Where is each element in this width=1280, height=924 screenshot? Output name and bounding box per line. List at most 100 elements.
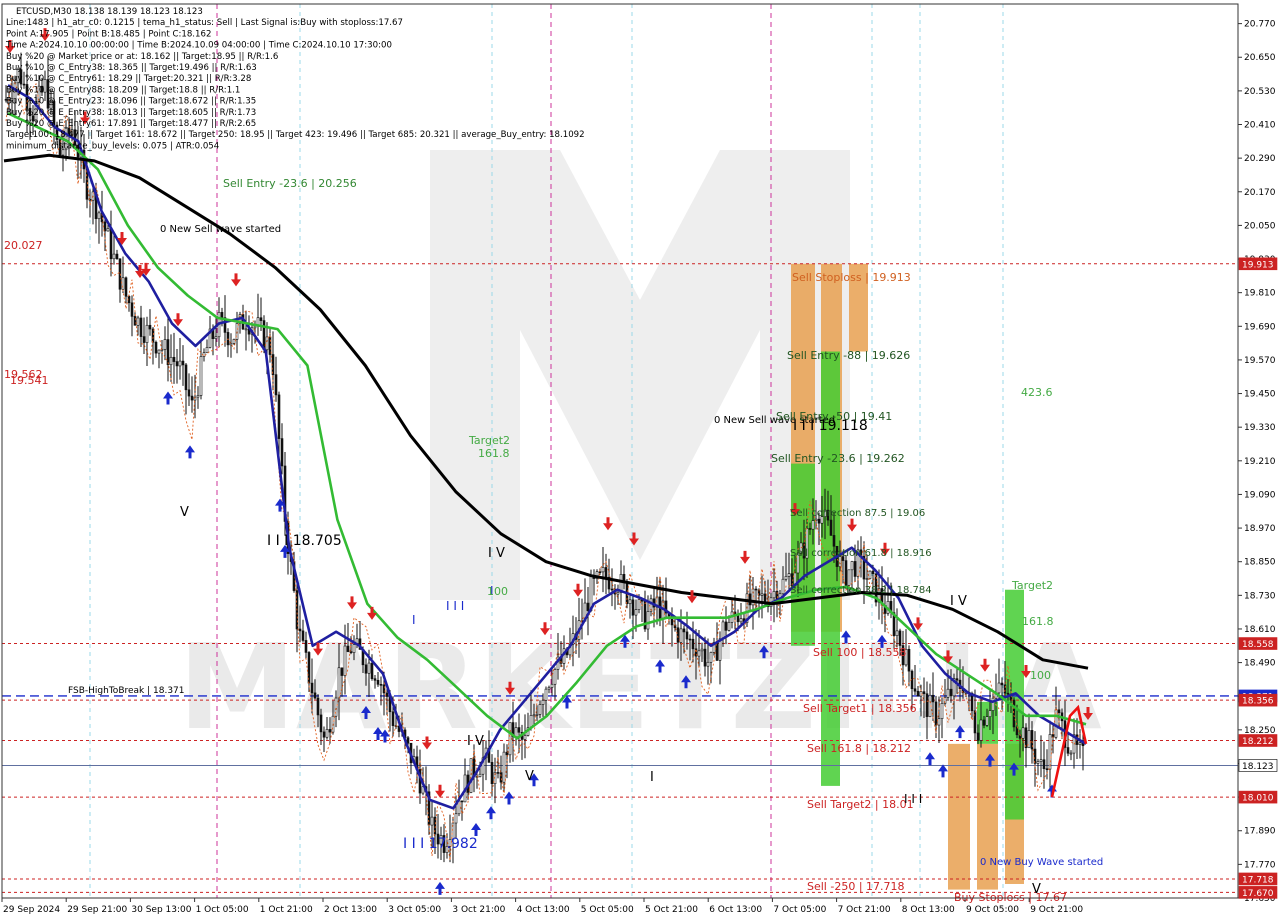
candle-body: [544, 688, 548, 701]
candle-body: [262, 320, 266, 351]
info-line: Line:1483 | h1_atr_c0: 0.1215 | tema_h1_…: [6, 18, 403, 28]
x-tick-label: 29 Sep 21:00: [67, 905, 127, 915]
chart-annotation: Sell correction 61.8 | 18.916: [790, 548, 932, 559]
chart-annotation: Target2: [468, 434, 510, 447]
chart-annotation: 20.027: [4, 239, 43, 252]
chart-annotation: Sell Target1 | 18.356: [803, 702, 917, 715]
candle-body: [1057, 709, 1061, 714]
candle-body: [1066, 747, 1070, 754]
candle-body: [301, 630, 305, 641]
candle-body: [817, 518, 821, 524]
info-line: Buy %10 @ E_Entry23: 18.096 || Target:18…: [6, 97, 256, 107]
chart-annotation: Sell Entry -88 | 19.626: [787, 349, 910, 362]
chart-annotation: Sell Entry -23.6 | 20.256: [223, 177, 357, 190]
candle-body: [979, 719, 983, 741]
chart-annotation: 161.8: [478, 447, 510, 460]
y-tick-label: 19.330: [1244, 423, 1276, 433]
candle-body: [691, 638, 695, 650]
price-tag-label: 18.558: [1242, 640, 1274, 650]
candle-body: [106, 228, 110, 232]
y-tick-label: 20.410: [1244, 121, 1276, 131]
candle-body: [1006, 692, 1010, 695]
candle-body: [700, 648, 704, 652]
x-tick-label: 9 Oct 21:00: [1030, 905, 1083, 915]
candle-body: [115, 253, 119, 260]
y-tick-label: 20.530: [1244, 87, 1276, 97]
candle-body: [787, 573, 791, 577]
x-tick-label: 3 Oct 21:00: [452, 905, 505, 915]
candle-body: [727, 621, 731, 631]
y-tick-label: 20.170: [1244, 188, 1276, 198]
candle-body: [931, 694, 935, 703]
chart-annotation: I V: [950, 594, 967, 609]
x-tick-label: 4 Oct 13:00: [517, 905, 570, 915]
candle-body: [166, 339, 170, 366]
candle-body: [229, 343, 233, 346]
candle-body: [148, 324, 152, 330]
price-tag-label: 17.718: [1242, 875, 1274, 885]
info-line: Buy %20 @ Market price or at: 18.162 || …: [6, 52, 278, 62]
y-tick-label: 19.690: [1244, 322, 1276, 332]
candle-body: [748, 593, 752, 606]
candle-body: [202, 352, 206, 357]
candle-body: [925, 693, 929, 717]
chart-svg[interactable]: MARKETZILLA Sell Entry -23.6 | 20.2560 N…: [0, 0, 1280, 920]
trading-chart[interactable]: MARKETZILLA Sell Entry -23.6 | 20.256 0 N…: [0, 0, 1280, 920]
candle-body: [703, 648, 707, 667]
candle-body: [379, 684, 383, 686]
candle-body: [190, 395, 194, 401]
candle-body: [454, 813, 458, 824]
candle-body: [376, 680, 380, 685]
candle-body: [97, 212, 101, 220]
candle-body: [1000, 682, 1004, 686]
y-tick-label: 18.730: [1244, 591, 1276, 601]
x-tick-label: 3 Oct 05:00: [388, 905, 441, 915]
candle-body: [232, 339, 236, 344]
candle-body: [676, 627, 680, 643]
candle-body: [988, 710, 992, 717]
x-tick-label: 5 Oct 05:00: [581, 905, 634, 915]
y-tick-label: 17.770: [1244, 860, 1276, 870]
candle-body: [631, 599, 635, 616]
candle-body: [319, 714, 323, 733]
info-line: ETCUSD,M30 18.138 18.139 18.123 18.123: [16, 7, 203, 17]
level-label: FSB-HighToBreak | 18.371: [68, 686, 185, 696]
candle-body: [325, 729, 329, 738]
candle-body: [157, 349, 161, 354]
chart-annotation: Sell correction 87.5 | 19.06: [790, 508, 925, 519]
candle-body: [832, 535, 836, 547]
candle-body: [739, 618, 743, 623]
candle-body: [871, 570, 875, 575]
candle-body: [109, 228, 113, 260]
chart-annotation: V: [525, 769, 534, 784]
y-tick-label: 18.970: [1244, 524, 1276, 534]
info-line: Target100: 18.477 || Target 161: 18.672 …: [5, 130, 585, 140]
chart-annotation: V: [1032, 882, 1041, 897]
candle-body: [940, 703, 944, 719]
candle-body: [214, 336, 218, 339]
candle-body: [616, 592, 620, 595]
candle-body: [406, 737, 410, 744]
candle-body: [124, 277, 128, 297]
candle-body: [244, 328, 248, 331]
candle-body: [367, 662, 371, 674]
chart-annotation: Target2: [1011, 579, 1053, 592]
chart-annotation: I I I: [904, 792, 922, 806]
info-line: minimum_distance_buy_levels: 0.075 | ATR…: [6, 141, 219, 151]
info-line: Buy %20 @ E_Entry61: 17.891 || Target:18…: [6, 119, 256, 129]
x-tick-label: 29 Sep 2024: [3, 905, 60, 915]
candle-body: [772, 591, 776, 599]
candle-body: [1039, 759, 1043, 762]
candle-body: [847, 569, 851, 586]
candle-body: [973, 710, 977, 734]
candle-body: [103, 221, 107, 232]
chart-annotation: V: [180, 505, 189, 520]
candle-body: [1042, 759, 1046, 770]
candle-body: [139, 317, 143, 337]
candle-body: [550, 683, 554, 688]
candle-body: [541, 699, 545, 705]
candle-body: [259, 317, 263, 321]
candle-body: [199, 356, 203, 396]
candle-body: [391, 711, 395, 726]
candle-body: [598, 571, 602, 573]
